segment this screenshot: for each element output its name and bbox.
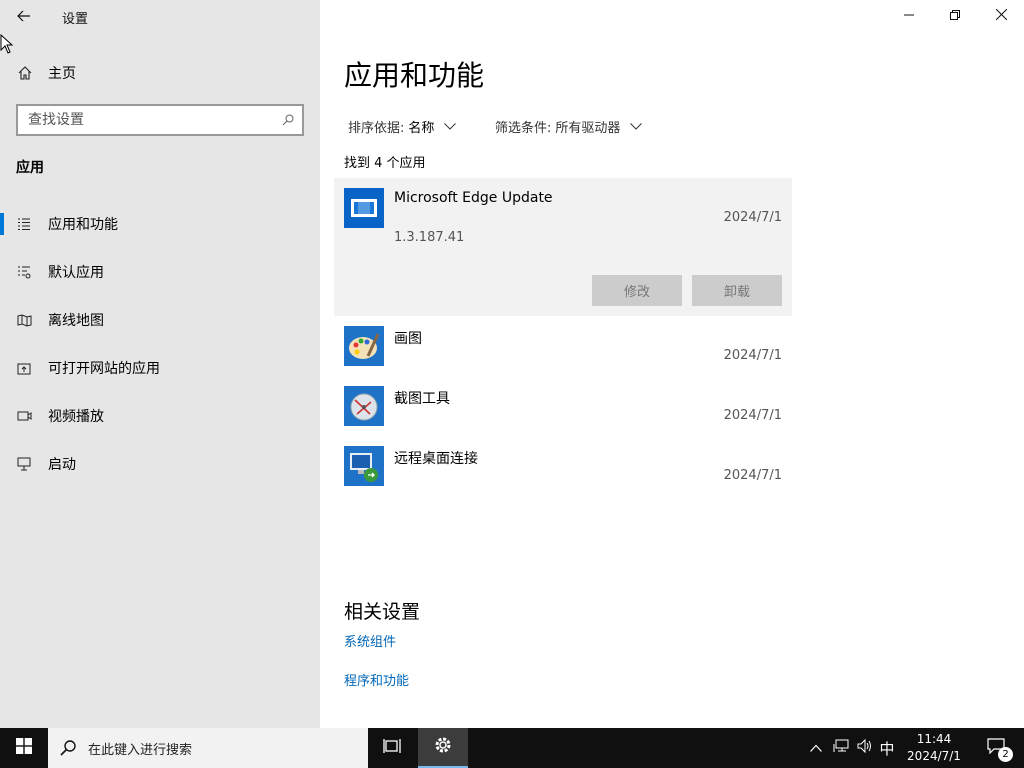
indicator — [0, 309, 4, 331]
app-version: 1.3.187.41 — [394, 230, 465, 245]
title-bar: 设置 — [0, 0, 320, 32]
app-list-item-edge-update[interactable]: Microsoft Edge Update 2024/7/1 1.3.187.4… — [334, 178, 792, 316]
sidebar-item-label: 可打开网站的应用 — [48, 361, 160, 377]
minimize-button[interactable] — [886, 0, 932, 32]
sidebar-item-apps-for-websites[interactable]: 可打开网站的应用 — [0, 344, 320, 392]
ime-indicator[interactable]: 中 — [876, 728, 898, 768]
indicator — [0, 405, 4, 427]
sort-value: 名称 — [408, 121, 435, 136]
app-date: 2024/7/1 — [723, 408, 782, 423]
action-center-button[interactable]: 2 — [978, 728, 1014, 768]
video-icon — [15, 410, 33, 422]
app-name: Microsoft Edge Update — [394, 190, 553, 206]
related-settings-heading: 相关设置 — [344, 601, 421, 623]
apps-found-count: 找到 4 个应用 — [344, 156, 426, 171]
link-programs-features[interactable]: 程序和功能 — [344, 670, 409, 689]
search-icon — [48, 740, 88, 756]
show-hidden-icons-button[interactable] — [806, 728, 826, 768]
clock-time: 11:44 — [916, 732, 952, 746]
sort-dropdown[interactable]: 排序依据: 名称 — [348, 117, 457, 136]
network-button[interactable] — [830, 728, 852, 768]
task-view-icon — [383, 738, 401, 758]
back-arrow-icon — [17, 7, 31, 26]
map-icon — [15, 313, 33, 327]
sidebar-item-offline-maps[interactable]: 离线地图 — [0, 296, 320, 344]
app-list-item-snipping-tool[interactable]: 截图工具 2024/7/1 — [334, 376, 792, 436]
gear-icon — [433, 735, 453, 760]
settings-search-input[interactable] — [18, 106, 274, 134]
sidebar-item-home[interactable]: 主页 — [0, 56, 320, 90]
taskbar-clock[interactable]: 11:44 2024/7/1 — [900, 731, 968, 765]
sort-label: 排序依据: — [348, 121, 405, 136]
volume-button[interactable] — [854, 728, 876, 768]
restore-button[interactable] — [932, 0, 978, 32]
taskbar-settings-app[interactable] — [418, 728, 468, 768]
back-button[interactable] — [8, 4, 40, 28]
start-button[interactable] — [0, 728, 48, 768]
active-indicator — [0, 213, 4, 235]
close-button[interactable] — [978, 0, 1024, 32]
app-list-item-paint[interactable]: 画图 2024/7/1 — [334, 316, 792, 376]
windows-logo-icon — [16, 738, 32, 758]
remote-desktop-app-icon — [344, 446, 384, 486]
page-title: 应用和功能 — [344, 59, 485, 92]
indicator — [0, 261, 4, 283]
indicator — [0, 357, 4, 379]
taskbar-search-text: 在此键入进行搜索 — [88, 742, 193, 758]
settings-search-box[interactable] — [16, 104, 304, 136]
sidebar-item-default-apps[interactable]: 默认应用 — [0, 248, 320, 296]
sidebar-item-startup[interactable]: 启动 — [0, 440, 320, 488]
app-name: 截图工具 — [394, 391, 450, 407]
sidebar-nav: 应用和功能 默认应用 离线地图 可打开网站的应用 视频播放 启动 — [0, 200, 320, 488]
home-icon — [16, 66, 34, 80]
chevron-down-icon — [630, 120, 643, 133]
filter-dropdown[interactable]: 筛选条件: 所有驱动器 — [495, 117, 643, 136]
link-system-components[interactable]: 系统组件 — [344, 631, 396, 650]
app-date: 2024/7/1 — [723, 468, 782, 483]
close-icon — [995, 8, 1007, 24]
mouse-cursor-icon — [0, 33, 14, 58]
app-date: 2024/7/1 — [723, 348, 782, 363]
edge-update-app-icon — [344, 188, 384, 228]
speaker-icon — [857, 738, 873, 757]
uninstall-button[interactable]: 卸载 — [692, 275, 782, 306]
notification-count-badge: 2 — [998, 747, 1013, 762]
app-date: 2024/7/1 — [723, 210, 782, 225]
app-list-item-remote-desktop[interactable]: 远程桌面连接 2024/7/1 — [334, 436, 792, 496]
window-title: 设置 — [62, 12, 89, 27]
filter-label: 筛选条件: — [495, 121, 552, 136]
network-icon — [833, 739, 849, 757]
sidebar-item-label: 启动 — [48, 457, 76, 473]
sidebar-item-label: 视频播放 — [48, 409, 104, 425]
clock-date: 2024/7/1 — [907, 749, 961, 763]
sidebar-item-label: 默认应用 — [48, 265, 104, 281]
paint-app-icon — [344, 326, 384, 366]
default-apps-icon — [15, 265, 33, 279]
sidebar-item-video-playback[interactable]: 视频播放 — [0, 392, 320, 440]
restore-icon — [950, 8, 960, 24]
apps-list-icon — [15, 217, 33, 231]
sidebar-item-label: 离线地图 — [48, 313, 104, 329]
app-name: 画图 — [394, 331, 422, 347]
indicator — [0, 453, 4, 475]
task-view-button[interactable] — [368, 728, 416, 768]
sidebar-item-label: 应用和功能 — [48, 217, 118, 233]
startup-icon — [15, 457, 33, 471]
minimize-icon — [904, 8, 914, 24]
taskbar-search-box[interactable]: 在此键入进行搜索 — [48, 728, 368, 768]
chevron-up-icon — [810, 741, 822, 756]
open-website-icon — [15, 361, 33, 375]
snipping-tool-app-icon — [344, 386, 384, 426]
filter-value: 所有驱动器 — [555, 121, 621, 136]
app-name: 远程桌面连接 — [394, 451, 478, 467]
home-label: 主页 — [48, 66, 76, 82]
chevron-down-icon — [444, 120, 457, 133]
sidebar-item-apps-features[interactable]: 应用和功能 — [0, 200, 320, 248]
sidebar: 设置 主页 应用 应用和功能 默认应用 — [0, 0, 320, 728]
taskbar: 在此键入进行搜索 中 11:44 2024/7/1 2 — [0, 728, 1024, 768]
section-heading: 应用 — [16, 160, 44, 176]
modify-button[interactable]: 修改 — [592, 275, 682, 306]
search-icon[interactable] — [274, 114, 302, 126]
